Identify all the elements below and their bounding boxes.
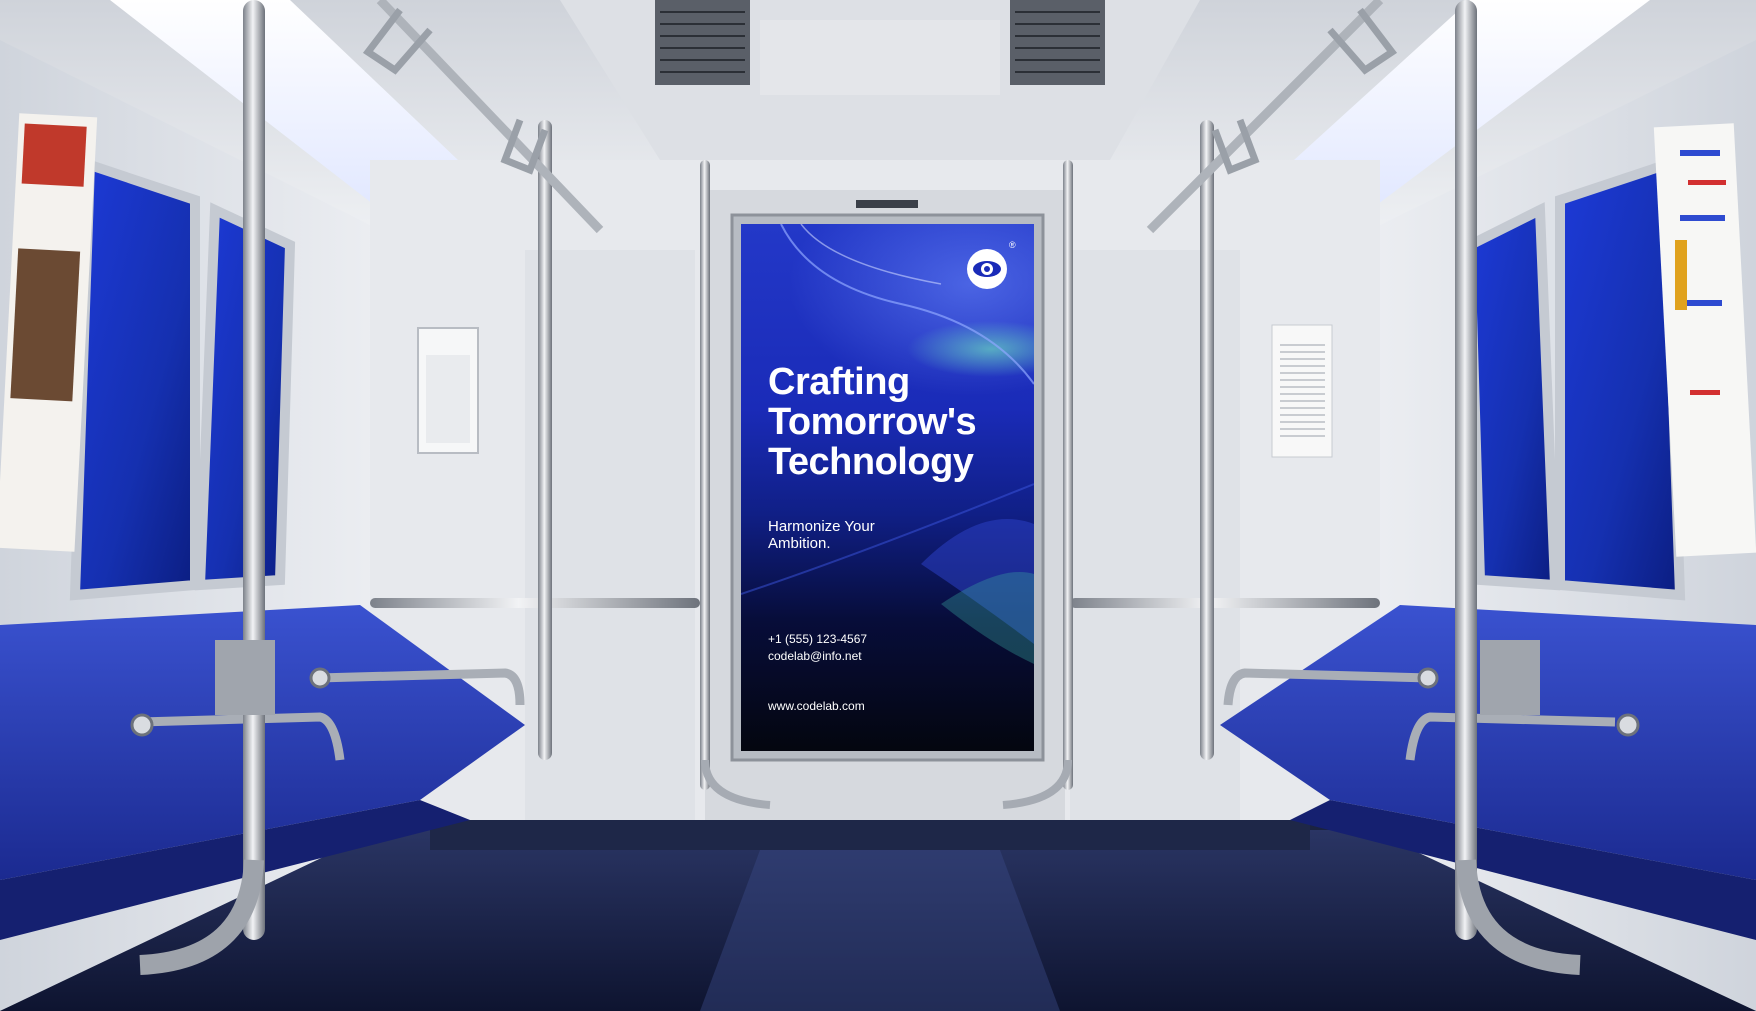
headline-line: Tomorrow's bbox=[768, 401, 977, 443]
headline-line: Crafting bbox=[768, 361, 910, 403]
headline-line: Technology bbox=[768, 441, 974, 483]
phone-number: +1 (555) 123-4567 bbox=[768, 632, 868, 646]
tagline: Harmonize Your Ambition. bbox=[768, 518, 968, 552]
poster-swoosh-graphic bbox=[741, 224, 1034, 664]
contact-info: +1 (555) 123-4567 codelab@info.net bbox=[768, 631, 867, 665]
tagline-line: Ambition. bbox=[768, 535, 831, 552]
website-url: www.codelab.com bbox=[768, 699, 865, 713]
headline: Crafting Tomorrow's Technology bbox=[768, 362, 1028, 482]
eye-icon bbox=[967, 249, 1007, 289]
registered-mark: ® bbox=[1009, 240, 1016, 250]
tagline-line: Harmonize Your bbox=[768, 518, 875, 535]
advertisement-poster: ® Crafting Tomorrow's Technology Harmoni… bbox=[741, 224, 1034, 751]
subway-car-scene: ® Crafting Tomorrow's Technology Harmoni… bbox=[0, 0, 1756, 1011]
email-address: codelab@info.net bbox=[768, 649, 862, 663]
